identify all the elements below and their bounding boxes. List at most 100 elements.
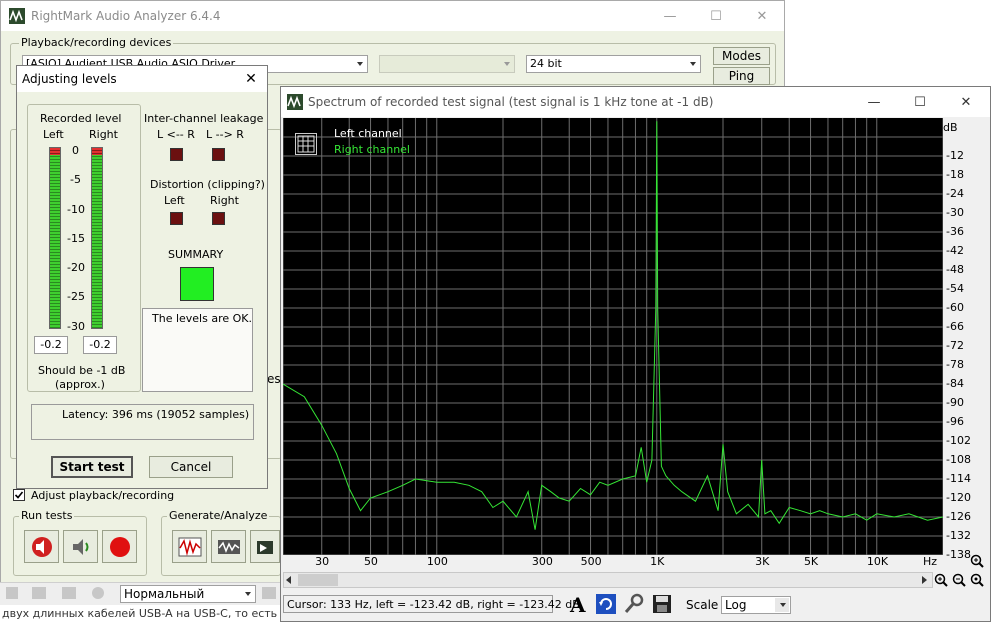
- maximize-icon[interactable]: ☐: [693, 1, 739, 31]
- minimize-icon[interactable]: —: [647, 1, 693, 31]
- cursor-readout: Cursor: 133 Hz, left = -123.42 dB, right…: [283, 595, 580, 613]
- toolbar-image-icon[interactable]: [32, 587, 46, 599]
- distortion-right-indicator: [212, 212, 225, 225]
- bit-depth-select[interactable]: 24 bit: [526, 55, 701, 73]
- horizontal-scrollbar[interactable]: [283, 572, 933, 588]
- leakage-l-from-r-label: L <-- R: [157, 128, 195, 141]
- adjust-title: Adjusting levels: [22, 72, 117, 86]
- adjusting-levels-dialog: Adjusting levels ✕ Recorded level Left R…: [16, 65, 268, 489]
- maximize-icon[interactable]: ☐: [897, 87, 943, 117]
- zoom-reset-icon[interactable]: [970, 573, 984, 587]
- generate-analyze-label: Generate/Analyze: [167, 509, 270, 522]
- zoom-in-vertical-icon[interactable]: [970, 554, 984, 568]
- y-axis: dB -12 -18 -24 -30 -36 -42 -48 -54 -60 -66 -72 -78 -…: [943, 118, 990, 561]
- y-tick-label-11: -78: [946, 358, 964, 371]
- refresh-icon[interactable]: [595, 593, 617, 615]
- app-logo-icon: [9, 8, 25, 24]
- modes-button[interactable]: Modes: [713, 47, 770, 65]
- legend-grid-icon[interactable]: [295, 133, 317, 155]
- left-meter-label: Left: [43, 128, 64, 141]
- close-icon[interactable]: ✕: [739, 1, 785, 31]
- spectrum-window-title: Spectrum of recorded test signal (test s…: [308, 95, 714, 109]
- generate-button[interactable]: [172, 530, 207, 563]
- scale-5: -5: [70, 173, 81, 186]
- y-tick-label-16: -108: [946, 453, 971, 466]
- chevron-down-icon: [690, 62, 696, 66]
- distortion-title: Distortion (clipping?): [150, 178, 265, 191]
- cancel-button[interactable]: Cancel: [149, 456, 233, 478]
- spectrum-plot[interactable]: Left channel Right channel: [283, 118, 943, 555]
- generate-waveform-icon: [178, 537, 201, 556]
- toolbar-media-icon[interactable]: [92, 587, 104, 599]
- leakage-l-to-r-label: L --> R: [206, 128, 244, 141]
- scroll-left-icon[interactable]: [286, 576, 291, 584]
- start-test-button[interactable]: Start test: [51, 456, 133, 478]
- cursor-text: Cursor: 133 Hz, left = -123.42 dB, right…: [287, 598, 580, 611]
- zoom-out-icon[interactable]: [952, 573, 966, 587]
- zoom-in-icon[interactable]: [934, 573, 948, 587]
- close-icon[interactable]: ✕: [943, 87, 989, 117]
- summary-message-box: The levels are OK.: [142, 308, 253, 392]
- speaker-mute-icon: [31, 536, 52, 557]
- left-level-value: -0.2: [34, 336, 68, 354]
- y-tick-label-20: -132: [946, 529, 971, 542]
- analyze-waveform-icon: [217, 539, 240, 554]
- settings-wrench-icon[interactable]: [623, 593, 645, 615]
- toolbar-cut-icon[interactable]: [6, 587, 18, 599]
- toolbar-more-icon[interactable]: [262, 587, 276, 599]
- minimize-icon[interactable]: —: [851, 87, 897, 117]
- save-icon[interactable]: [651, 593, 673, 615]
- check-icon: [14, 491, 24, 499]
- chevron-down-icon: [357, 62, 363, 66]
- leakage-title: Inter-channel leakage: [144, 112, 264, 125]
- x-tick-label-8: 10K: [866, 555, 889, 568]
- speaker-icon: [72, 538, 88, 555]
- x-tick-label-0: 30: [315, 555, 330, 568]
- analyze-button[interactable]: [211, 530, 246, 563]
- adjust-checkbox[interactable]: [13, 489, 25, 501]
- scrollbar-thumb[interactable]: [298, 574, 338, 586]
- toolbar-link-icon[interactable]: [62, 587, 76, 599]
- scale-30: -30: [67, 320, 85, 333]
- spectrum-titlebar[interactable]: Spectrum of recorded test signal (test s…: [281, 87, 990, 117]
- y-tick-label-10: -72: [946, 339, 964, 352]
- chevron-down-icon: [504, 62, 510, 66]
- distortion-right-label: Right: [210, 194, 239, 207]
- legend-left-channel: Left channel: [334, 127, 402, 140]
- y-tick-label-3: -30: [946, 206, 964, 219]
- spectrum-chart: [283, 118, 943, 555]
- close-icon[interactable]: ✕: [239, 69, 263, 89]
- latency-box: Latency: 396 ms (19052 samples): [31, 404, 254, 440]
- font-icon[interactable]: A: [567, 593, 589, 617]
- x-tick-label-6: 3K: [755, 555, 770, 568]
- record-icon: [109, 536, 130, 557]
- x-tick-label-1: 50: [363, 555, 378, 568]
- ping-button[interactable]: Ping: [713, 67, 770, 85]
- spectrum-window: Spectrum of recorded test signal (test s…: [280, 86, 991, 622]
- run-speaker-test-button[interactable]: [63, 530, 98, 563]
- right-meter-label: Right: [89, 128, 118, 141]
- legend-right-channel: Right channel: [334, 143, 410, 156]
- leakage-l-to-r-indicator: [212, 148, 225, 161]
- chevron-down-icon: [780, 603, 786, 607]
- scroll-right-icon[interactable]: [922, 576, 927, 584]
- scale-select[interactable]: Log: [721, 596, 791, 614]
- adjust-checkbox-label: Adjust playback/recording: [31, 489, 175, 502]
- y-tick-label-1: -18: [946, 168, 964, 181]
- style-select-value: Нормальный: [124, 587, 205, 601]
- run-silent-test-button[interactable]: [24, 530, 59, 563]
- scale-25: -25: [67, 290, 85, 303]
- channel-select[interactable]: [379, 55, 515, 73]
- main-titlebar[interactable]: RightMark Audio Analyzer 6.4.4 — ☐ ✕: [1, 1, 784, 31]
- y-tick-label-9: -66: [946, 320, 964, 333]
- scale-label: Scale: [686, 598, 719, 612]
- adjust-titlebar[interactable]: Adjusting levels ✕: [17, 66, 267, 92]
- style-select[interactable]: Нормальный: [120, 585, 256, 603]
- export-button[interactable]: [250, 530, 280, 563]
- y-tick-label-13: -90: [946, 396, 964, 409]
- right-level-meter: [91, 147, 103, 329]
- record-button[interactable]: [102, 530, 137, 563]
- chevron-down-icon: [245, 592, 251, 596]
- y-tick-label-12: -84: [946, 377, 964, 390]
- x-axis: Hz 30 50 100 300 500 1K 3K 5K 10K: [283, 555, 943, 571]
